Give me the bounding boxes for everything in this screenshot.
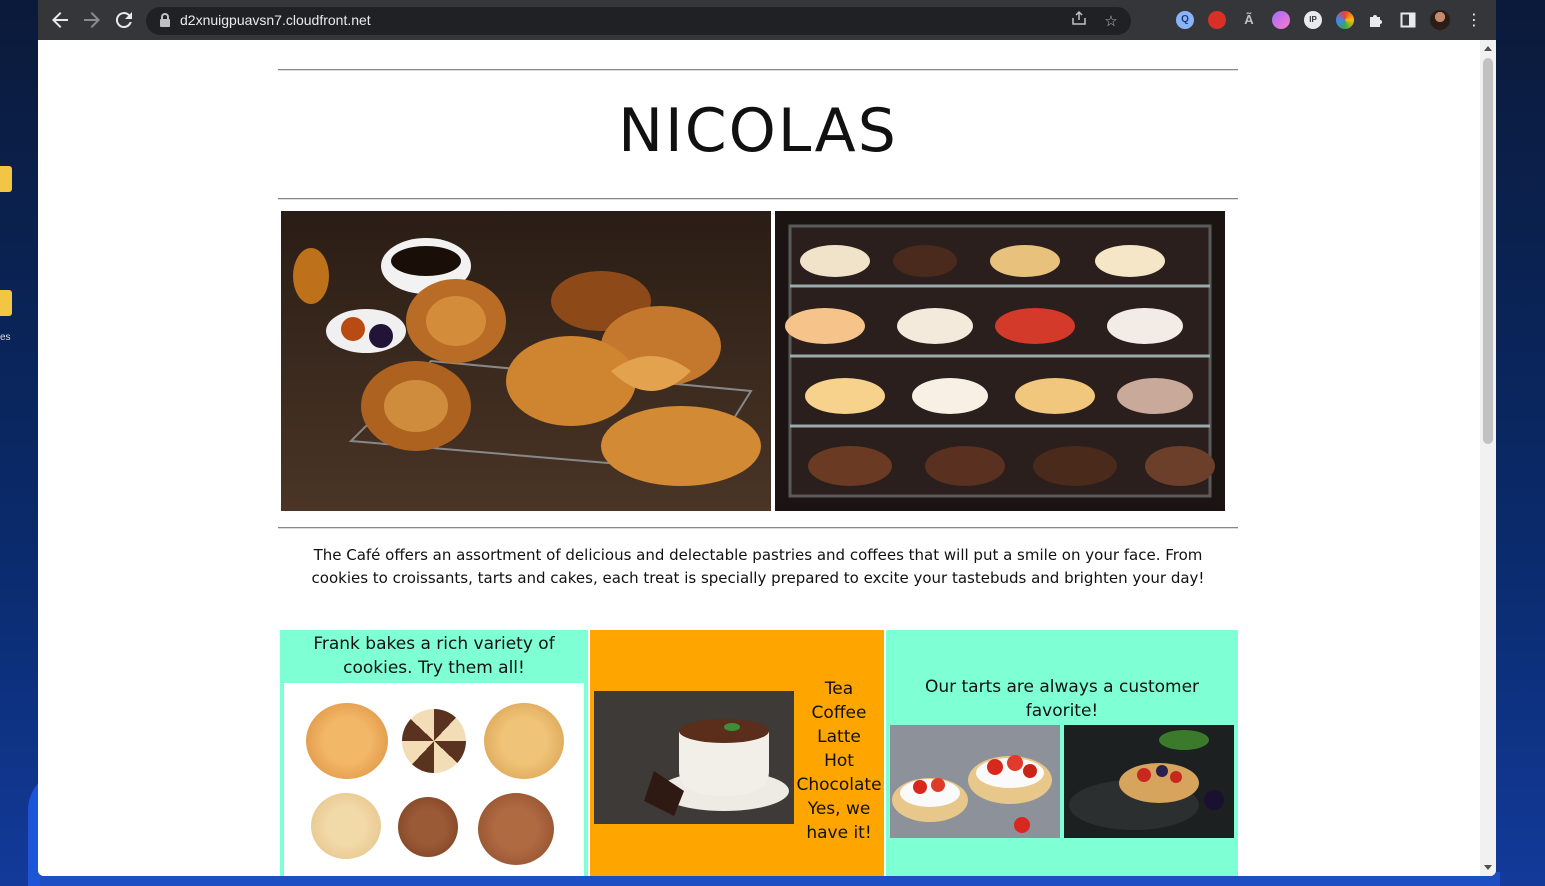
site-title: NICOLAS [618,96,898,166]
drink-item: Latte [817,727,861,747]
back-button[interactable] [48,8,72,32]
drink-item: Coffee [811,703,867,723]
drink-item: Yes, we [807,799,871,819]
share-icon[interactable] [1068,10,1090,32]
star-icon[interactable]: ☆ [1100,10,1122,32]
intro-divider [278,527,1238,529]
drink-item: Chocolate [796,775,882,795]
drink-item: have it! [806,823,872,843]
cookies-image [284,683,584,876]
drinks-panel: Tea Coffee Latte Hot Chocolate Yes, we h… [590,630,884,876]
scroll-down-arrow-icon[interactable] [1484,865,1492,870]
extension-ip-icon[interactable]: IP [1304,11,1322,29]
browser-toolbar: d2xnuigpuavsn7.cloudfront.net ☆ Q Ã IP ⋮ [38,0,1496,40]
tarts-caption: Our tarts are always a customer favorite… [924,677,1200,721]
desktop-icon-label: es [0,332,11,343]
hot-chocolate-image [594,691,794,824]
puzzle-icon[interactable] [1364,8,1388,32]
arrow-right-icon [84,12,100,28]
top-divider [278,69,1238,71]
strawberry-tarts-image [890,725,1060,838]
drinks-list: Tea Coffee Latte Hot Chocolate Yes, we h… [796,677,882,845]
desktop-folder-icon[interactable] [0,166,12,192]
scroll-up-arrow-icon[interactable] [1484,46,1492,51]
url-text[interactable]: d2xnuigpuavsn7.cloudfront.net [180,12,371,28]
extension-shield-icon[interactable] [1208,11,1226,29]
scrollbar-thumb[interactable] [1483,58,1493,444]
tarts-panel: Our tarts are always a customer favorite… [886,630,1238,876]
extension-translate-icon[interactable]: Ã [1240,11,1258,29]
reload-button[interactable] [112,8,136,32]
pastries-image [281,211,771,511]
avatar[interactable] [1430,10,1450,30]
extension-color-icon[interactable] [1336,11,1354,29]
reload-icon [115,12,132,29]
drink-item: Hot [824,751,854,771]
lock-icon[interactable] [160,13,170,27]
address-bar[interactable]: d2xnuigpuavsn7.cloudfront.net ☆ [146,7,1131,35]
berry-tarts-image [1064,725,1234,838]
browser-window: d2xnuigpuavsn7.cloudfront.net ☆ Q Ã IP ⋮… [38,0,1496,876]
forward-button[interactable] [80,8,104,32]
web-page: NICOLAS The Café offers an assortment of… [38,40,1480,876]
intro-paragraph: The Café offers an assortment of delicio… [311,546,1205,587]
side-panel-icon[interactable] [1396,8,1420,32]
cookies-caption: Frank bakes a rich variety of cookies. T… [313,634,555,678]
desktop-folder-icon[interactable] [0,290,12,316]
cake-display-image [775,211,1225,511]
extension-gradient-icon[interactable] [1272,11,1290,29]
extension-q-icon[interactable]: Q [1176,11,1194,29]
page-scrollbar[interactable] [1480,40,1496,876]
kebab-menu-icon[interactable]: ⋮ [1462,8,1486,32]
cookies-panel: Frank bakes a rich variety of cookies. T… [280,630,588,876]
title-divider [278,198,1238,200]
arrow-left-icon [52,12,68,28]
drink-item: Tea [824,679,854,699]
